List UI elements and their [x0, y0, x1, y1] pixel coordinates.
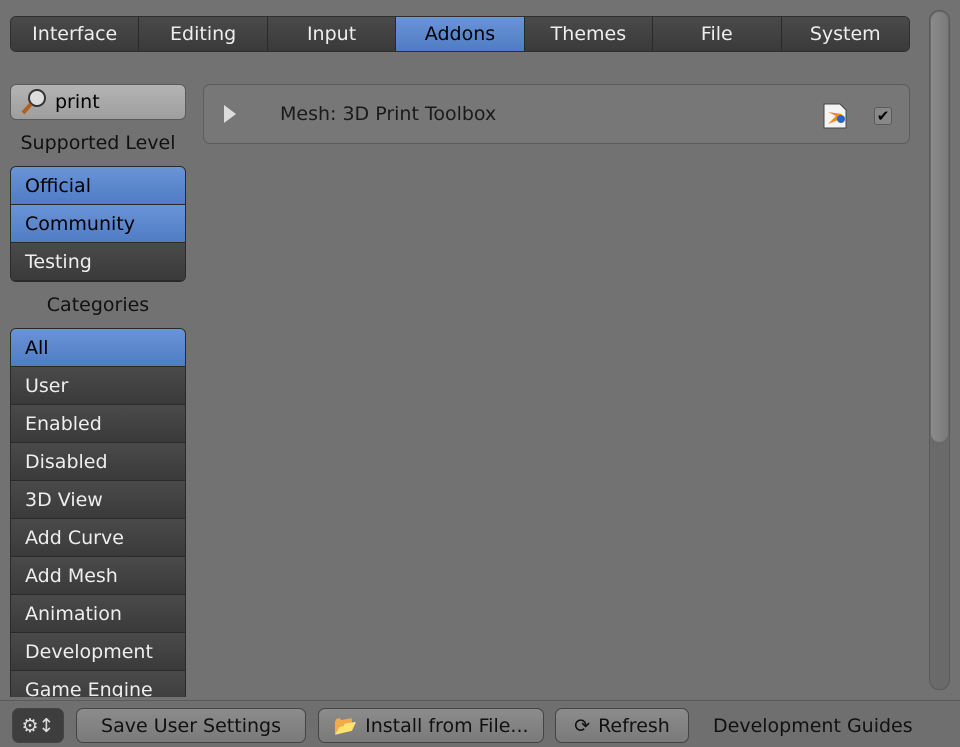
install-from-file-button[interactable]: 📂 Install from File... [318, 708, 544, 743]
addon-filter-sidebar: print Supported Level Official Community T… [10, 84, 186, 697]
development-guides-link[interactable]: Development Guides [713, 715, 913, 737]
tab-themes[interactable]: Themes [524, 17, 654, 51]
scrollbar[interactable] [929, 10, 950, 690]
categories-3d-view[interactable]: 3D View [11, 481, 185, 519]
categories-game-engine[interactable]: Game Engine [11, 671, 185, 697]
tab-system[interactable]: System [781, 17, 909, 51]
folder-icon: 📂 [333, 715, 358, 737]
footer-bar: ⚙↕ Save User Settings 📂 Install from File… [0, 700, 960, 747]
supported_level-official[interactable]: Official [11, 167, 185, 205]
refresh-icon: ⟳ [574, 714, 591, 737]
categories-development[interactable]: Development [11, 633, 185, 671]
tab-file[interactable]: File [653, 17, 782, 51]
search-value: print [55, 91, 100, 113]
blender-file-icon [823, 103, 847, 129]
refresh-label: Refresh [598, 714, 670, 737]
categories-disabled[interactable]: Disabled [11, 443, 185, 481]
editor-type-button[interactable]: ⚙↕ [12, 708, 64, 743]
preferences-tabs: Interface Editing Input Addons Themes File Sys… [10, 16, 910, 52]
supported-level-group: Official Community Testing [10, 166, 186, 282]
search-icon [21, 89, 46, 115]
save-label: Save User Settings [101, 714, 281, 737]
search-input[interactable]: print [10, 84, 186, 120]
addon-item: Mesh: 3D Print Toolbox ✔ [203, 84, 910, 144]
refresh-button[interactable]: ⟳ Refresh [555, 708, 689, 743]
categories-all[interactable]: All [11, 329, 185, 367]
tab-interface[interactable]: Interface [11, 17, 140, 51]
supported-level-label: Supported Level [20, 132, 176, 154]
tab-editing[interactable]: Editing [139, 17, 268, 51]
categories-animation[interactable]: Animation [11, 595, 185, 633]
preferences-icon: ⚙↕ [21, 714, 55, 737]
supported_level-community[interactable]: Community [11, 205, 185, 243]
install-label: Install from File... [365, 714, 529, 737]
categories-group: All User Enabled Disabled 3D View Add Curve Ad… [10, 328, 186, 697]
categories-add-curve[interactable]: Add Curve [11, 519, 185, 557]
categories-enabled[interactable]: Enabled [11, 405, 185, 443]
scrollbar-thumb[interactable] [931, 12, 948, 442]
tab-input[interactable]: Input [267, 17, 397, 51]
addon-name: Mesh: 3D Print Toolbox [280, 103, 497, 125]
supported_level-testing[interactable]: Testing [11, 243, 185, 281]
categories-label: Categories [46, 294, 150, 316]
tab-addons[interactable]: Addons [396, 17, 525, 51]
expand-triangle-icon[interactable] [224, 105, 236, 123]
save-user-settings-button[interactable]: Save User Settings [76, 708, 306, 743]
categories-user[interactable]: User [11, 367, 185, 405]
categories-add-mesh[interactable]: Add Mesh [11, 557, 185, 595]
addon-enable-checkbox[interactable]: ✔ [874, 107, 892, 125]
